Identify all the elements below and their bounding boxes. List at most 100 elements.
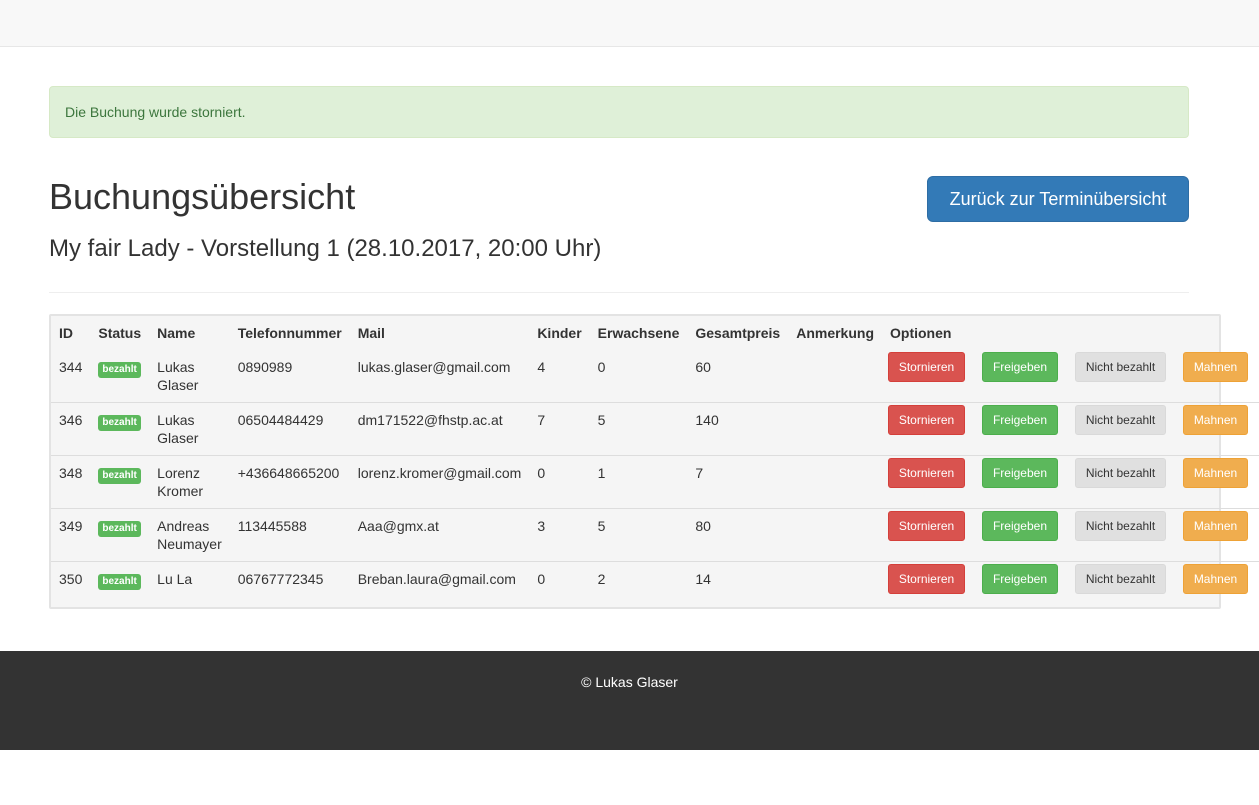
table-row: 349 bezahlt Andreas Neumayer 113445588 A… bbox=[51, 507, 1259, 561]
column-header-note: Anmerkung bbox=[796, 325, 874, 341]
cell-total: 7 bbox=[687, 454, 789, 508]
mark-unpaid-button[interactable]: Nicht bezahlt bbox=[1075, 563, 1166, 594]
cell-mail: Breban.laura@gmail.com bbox=[349, 560, 530, 614]
cancel-button[interactable]: Stornieren bbox=[888, 457, 965, 488]
status-badge: bezahlt bbox=[98, 520, 141, 537]
column-header-status: Status bbox=[98, 325, 142, 341]
cancel-button[interactable]: Stornieren bbox=[888, 352, 965, 382]
cell-name: Lukas Glaser bbox=[157, 359, 199, 393]
column-header-children: Kinder bbox=[537, 325, 582, 341]
cancel-button[interactable]: Stornieren bbox=[888, 510, 965, 541]
table-header-row: ID Status Name Telefonnummer Mail Kinder… bbox=[51, 316, 1259, 350]
cell-note bbox=[788, 401, 882, 455]
mark-unpaid-button[interactable]: Nicht bezahlt bbox=[1075, 457, 1166, 488]
top-navbar bbox=[0, 0, 1259, 47]
status-badge: bezahlt bbox=[98, 414, 141, 431]
cell-options: Stornieren Freigeben Nicht bezahlt Mahne… bbox=[882, 560, 1259, 614]
cell-children: 0 bbox=[529, 454, 590, 508]
cell-phone: +436648665200 bbox=[229, 454, 350, 508]
bookings-table-container: ID Status Name Telefonnummer Mail Kinder… bbox=[49, 314, 1259, 614]
cell-name: Andreas Neumayer bbox=[149, 507, 230, 561]
cell-phone: 06504484429 bbox=[229, 401, 350, 455]
cell-name: Lu La bbox=[149, 560, 230, 614]
remind-button[interactable]: Mahnen bbox=[1183, 457, 1248, 488]
header-divider bbox=[49, 292, 1189, 293]
status-badge: bezahlt bbox=[98, 467, 141, 484]
cell-adults: 2 bbox=[589, 560, 688, 614]
cell-status: bezahlt bbox=[90, 401, 150, 455]
table-row: 350 bezahlt Lu La 06767772345 Breban.lau… bbox=[51, 560, 1259, 614]
table-row: 346 bezahlt Lukas Glaser 06504484429 dm1… bbox=[51, 401, 1259, 455]
release-button[interactable]: Freigeben bbox=[982, 404, 1058, 435]
cell-mail: Aaa@gmx.at bbox=[349, 507, 530, 561]
cell-children: 0 bbox=[529, 560, 590, 614]
cell-name: Lukas Glaser bbox=[149, 401, 230, 455]
cell-mail: lukas.glaser@gmail.com bbox=[357, 359, 511, 375]
cell-id: 346 bbox=[51, 401, 91, 455]
cell-options: Stornieren Freigeben Nicht bezahlt Mahne… bbox=[882, 350, 1259, 402]
table-row: 344 bezahlt Lukas Glaser 0890989 lukas.g… bbox=[51, 350, 1259, 402]
page-title: Buchungsübersicht bbox=[49, 176, 356, 217]
cell-status: bezahlt bbox=[90, 507, 150, 561]
cell-mail: lorenz.kromer@gmail.com bbox=[349, 454, 530, 508]
release-button[interactable]: Freigeben bbox=[982, 352, 1058, 382]
cell-id: 348 bbox=[51, 454, 91, 508]
cell-options: Stornieren Freigeben Nicht bezahlt Mahne… bbox=[882, 454, 1259, 508]
alert-text: Die Buchung wurde storniert. bbox=[65, 104, 246, 120]
cell-id: 344 bbox=[59, 359, 83, 375]
mark-unpaid-button[interactable]: Nicht bezahlt bbox=[1075, 510, 1166, 541]
remind-button[interactable]: Mahnen bbox=[1183, 352, 1248, 382]
remind-button[interactable]: Mahnen bbox=[1183, 563, 1248, 594]
cell-total: 14 bbox=[687, 560, 789, 614]
cell-id: 349 bbox=[51, 507, 91, 561]
cell-adults: 5 bbox=[589, 507, 688, 561]
column-header-total: Gesamtpreis bbox=[695, 325, 781, 341]
bookings-table-body: 344 bezahlt Lukas Glaser 0890989 lukas.g… bbox=[51, 350, 1259, 614]
cell-total: 60 bbox=[695, 359, 711, 375]
bookings-table: ID Status Name Telefonnummer Mail Kinder… bbox=[51, 316, 1259, 614]
cell-note bbox=[788, 350, 882, 402]
column-header-adults: Erwachsene bbox=[597, 325, 680, 341]
back-to-schedule-button[interactable]: Zurück zur Terminübersicht bbox=[927, 176, 1189, 222]
cell-mail: dm171522@fhstp.ac.at bbox=[349, 401, 530, 455]
mark-unpaid-button[interactable]: Nicht bezahlt bbox=[1075, 352, 1166, 382]
column-header-name: Name bbox=[157, 325, 196, 341]
column-header-mail: Mail bbox=[357, 325, 385, 341]
status-badge: bezahlt bbox=[98, 573, 141, 590]
mark-unpaid-button[interactable]: Nicht bezahlt bbox=[1075, 404, 1166, 435]
page-footer: © Lukas Glaser bbox=[0, 651, 1259, 750]
column-header-options: Optionen bbox=[890, 325, 952, 341]
cell-status: bezahlt bbox=[90, 560, 150, 614]
cell-adults: 0 bbox=[597, 359, 606, 375]
cell-phone: 06767772345 bbox=[229, 560, 350, 614]
cell-adults: 1 bbox=[589, 454, 688, 508]
cell-note bbox=[788, 560, 882, 614]
cell-total: 140 bbox=[687, 401, 789, 455]
cell-name: Lorenz Kromer bbox=[149, 454, 230, 508]
cell-options: Stornieren Freigeben Nicht bezahlt Mahne… bbox=[882, 507, 1259, 561]
remind-button[interactable]: Mahnen bbox=[1183, 404, 1248, 435]
cell-options: Stornieren Freigeben Nicht bezahlt Mahne… bbox=[882, 401, 1259, 455]
success-alert: Die Buchung wurde storniert. bbox=[49, 86, 1189, 138]
cell-total: 80 bbox=[687, 507, 789, 561]
status-badge: bezahlt bbox=[98, 362, 141, 378]
cell-note bbox=[788, 454, 882, 508]
event-subtitle: My fair Lady - Vorstellung 1 (28.10.2017… bbox=[49, 235, 602, 262]
cell-children: 3 bbox=[529, 507, 590, 561]
release-button[interactable]: Freigeben bbox=[982, 510, 1058, 541]
column-header-id: ID bbox=[59, 325, 73, 341]
cell-id: 350 bbox=[51, 560, 91, 614]
cell-phone: 113445588 bbox=[229, 507, 350, 561]
release-button[interactable]: Freigeben bbox=[982, 457, 1058, 488]
footer-copyright: © Lukas Glaser bbox=[581, 674, 678, 690]
cell-adults: 5 bbox=[589, 401, 688, 455]
cancel-button[interactable]: Stornieren bbox=[888, 404, 965, 435]
remind-button[interactable]: Mahnen bbox=[1183, 510, 1248, 541]
cell-children: 7 bbox=[529, 401, 590, 455]
column-header-phone: Telefonnummer bbox=[237, 325, 342, 341]
cell-children: 4 bbox=[537, 359, 546, 375]
release-button[interactable]: Freigeben bbox=[982, 563, 1058, 594]
table-row: 348 bezahlt Lorenz Kromer +436648665200 … bbox=[51, 454, 1259, 508]
cell-phone: 0890989 bbox=[237, 359, 293, 375]
cancel-button[interactable]: Stornieren bbox=[888, 563, 965, 594]
